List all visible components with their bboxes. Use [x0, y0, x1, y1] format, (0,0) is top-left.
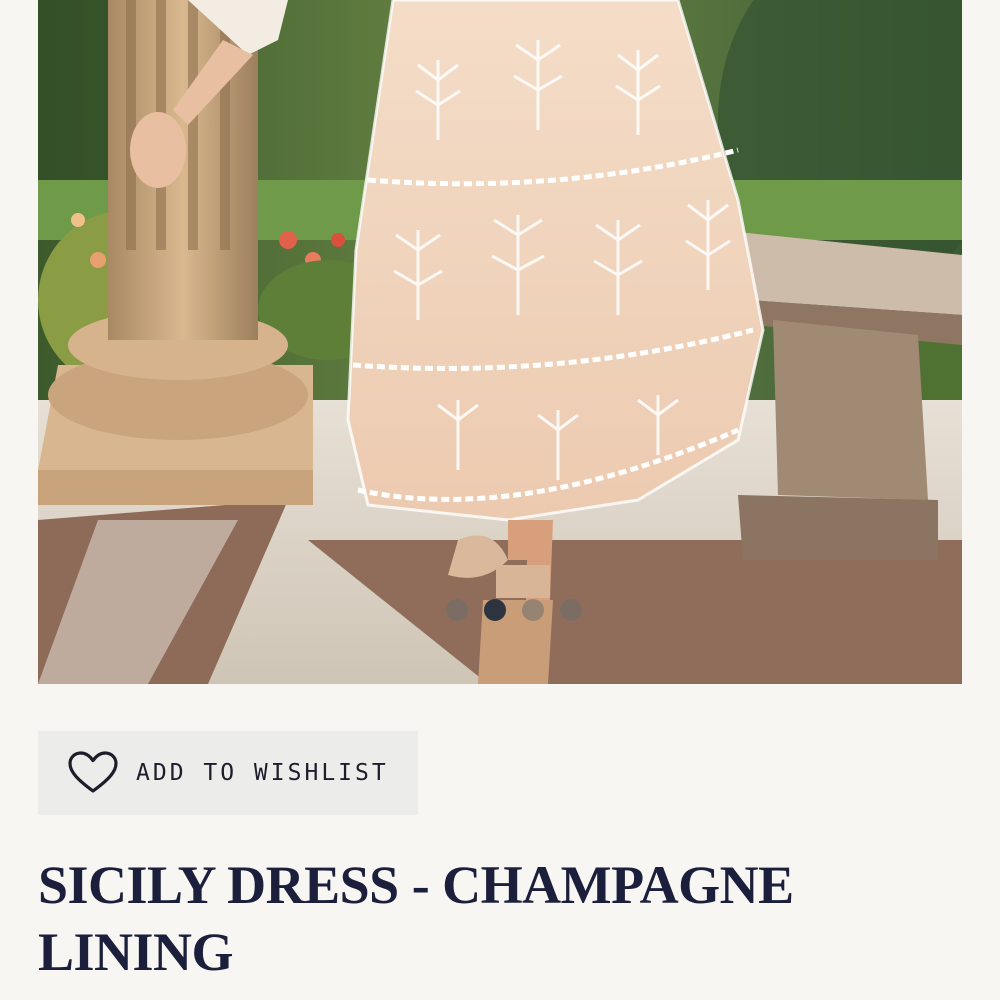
carousel-dot-2[interactable]	[484, 599, 506, 621]
heart-outline-icon	[68, 751, 118, 793]
product-photo-illustration	[38, 0, 962, 684]
carousel-dot-4[interactable]	[560, 599, 582, 621]
carousel-dot-1[interactable]	[446, 599, 468, 621]
carousel-dot-3[interactable]	[522, 599, 544, 621]
product-page: ADD TO WISHLIST SICILY DRESS - CHAMPAGNE…	[0, 0, 1000, 1000]
product-title: SICILY DRESS - CHAMPAGNE LINING	[38, 855, 794, 982]
add-to-wishlist-button[interactable]: ADD TO WISHLIST	[38, 731, 418, 815]
carousel-dots	[38, 599, 962, 621]
product-image[interactable]	[38, 0, 962, 684]
wishlist-label: ADD TO WISHLIST	[136, 760, 389, 786]
